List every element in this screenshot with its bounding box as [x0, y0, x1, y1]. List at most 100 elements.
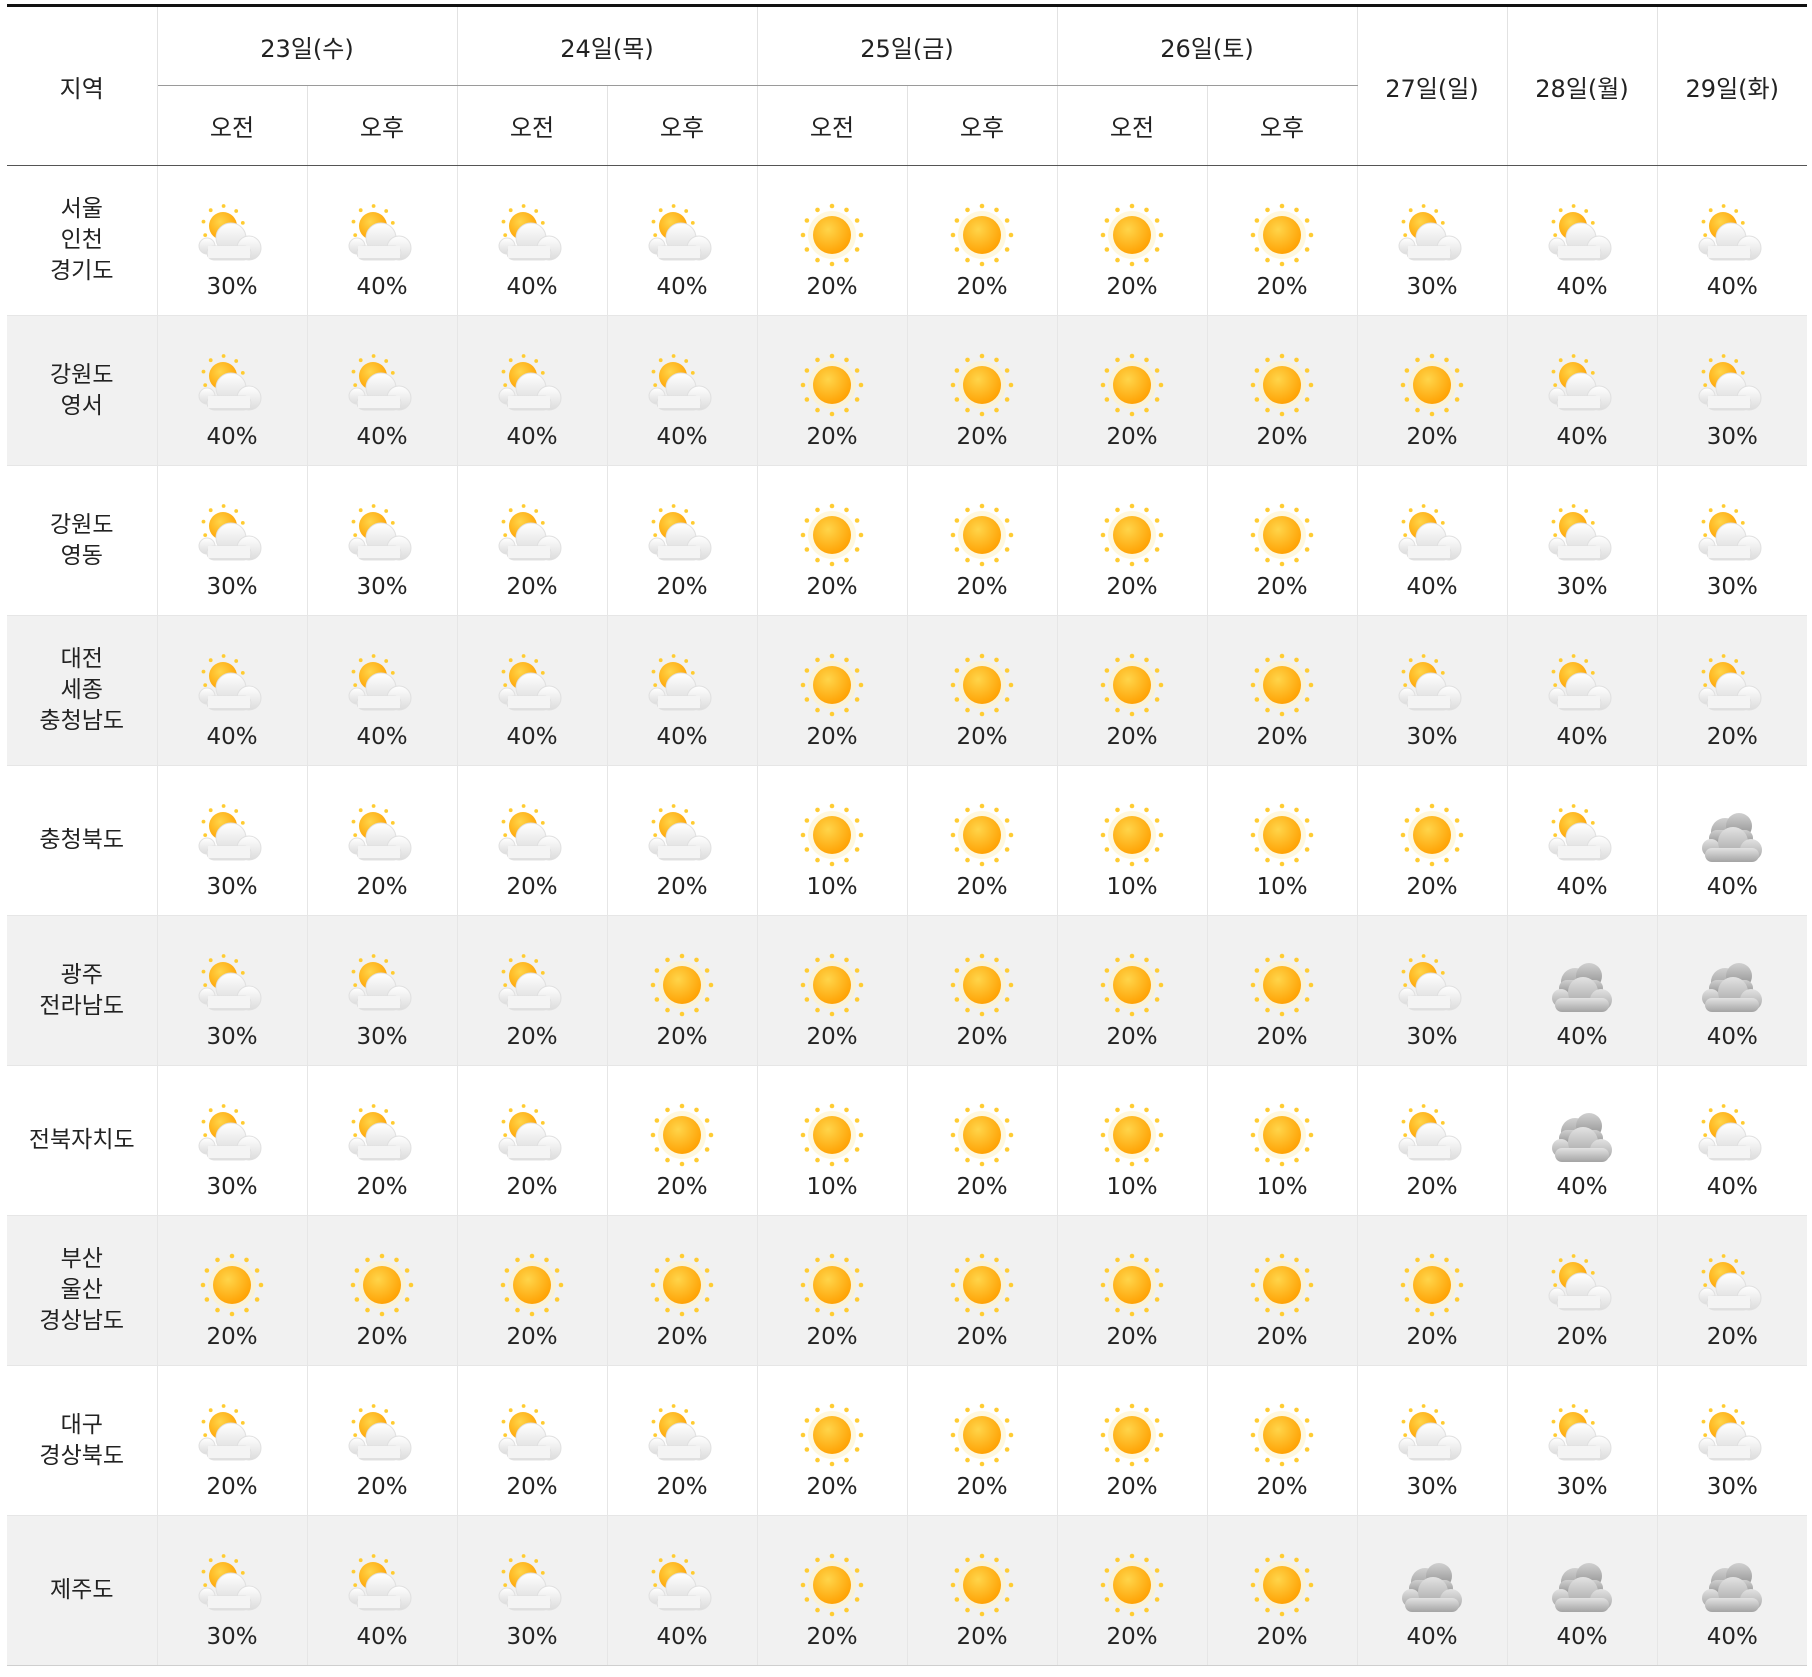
forecast-cell: 30%: [1657, 465, 1807, 616]
precipitation-probability: 20%: [656, 1173, 708, 1200]
sun-behind-cloud-icon: [193, 202, 271, 268]
sun-icon: [943, 1252, 1021, 1318]
am-header: 오전: [457, 85, 608, 166]
forecast-cell: 20%: [1207, 1365, 1358, 1516]
sun-behind-cloud-icon: [343, 652, 421, 718]
region-name: 경상남도: [39, 1308, 125, 1334]
forecast-cell: 30%: [1357, 1365, 1508, 1516]
precipitation-probability: 20%: [1256, 1623, 1308, 1650]
precipitation-probability: 20%: [956, 1473, 1008, 1500]
forecast-cell: 40%: [1507, 1065, 1658, 1216]
forecast-cell: 20%: [757, 1215, 908, 1366]
forecast-cell: 20%: [1357, 1065, 1508, 1216]
forecast-cell: 20%: [1357, 1215, 1508, 1366]
sun-behind-cloud-icon: [1393, 202, 1471, 268]
sun-behind-cloud-icon: [1693, 1402, 1771, 1468]
precipitation-probability: 30%: [1706, 573, 1758, 600]
precipitation-probability: 40%: [656, 423, 708, 450]
forecast-cell: 20%: [1057, 1515, 1208, 1666]
region-name: 광주: [60, 961, 103, 988]
sun-icon: [1093, 1252, 1171, 1318]
precipitation-probability: 20%: [356, 1473, 408, 1500]
forecast-cell: 40%: [1657, 165, 1807, 316]
sun-icon: [793, 1102, 871, 1168]
forecast-cell: 10%: [1057, 1065, 1208, 1216]
forecast-cell: 30%: [1357, 165, 1508, 316]
sun-icon: [943, 202, 1021, 268]
sun-icon: [1243, 352, 1321, 418]
sun-behind-cloud-icon: [1693, 1252, 1771, 1318]
region-cell: 대구 경상북도: [7, 1365, 158, 1516]
table-row: 대전 세종 충청남도 40% 40% 40% 40% 20% 20% 20% 20% 30% 40% 20…: [7, 615, 1807, 766]
sun-icon: [793, 202, 871, 268]
sun-behind-cloud-icon: [493, 502, 571, 568]
table-body: 서울 인천 경기도 30% 40% 40% 40% 20% 20% 20% 20% 30% 40% 40%…: [7, 165, 1807, 1666]
precipitation-probability: 40%: [506, 273, 558, 300]
precipitation-probability: 20%: [1706, 1323, 1758, 1350]
forecast-cell: 40%: [307, 165, 458, 316]
sun-behind-cloud-icon: [493, 652, 571, 718]
precipitation-probability: 40%: [1706, 273, 1758, 300]
sun-behind-cloud-icon: [643, 202, 721, 268]
precipitation-probability: 40%: [356, 273, 408, 300]
forecast-cell: 20%: [1207, 1215, 1358, 1366]
precipitation-probability: 20%: [806, 1473, 858, 1500]
region-cell: 제주도: [7, 1515, 158, 1666]
precipitation-probability: 20%: [956, 1173, 1008, 1200]
sun-icon: [943, 952, 1021, 1018]
sun-icon: [1093, 202, 1171, 268]
sun-behind-cloud-icon: [493, 1402, 571, 1468]
forecast-cell: 20%: [457, 765, 608, 916]
precipitation-probability: 20%: [356, 1323, 408, 1350]
sun-behind-cloud-icon: [1543, 652, 1621, 718]
forecast-cell: 20%: [907, 765, 1058, 916]
region-name: 부산: [60, 1246, 103, 1272]
precipitation-probability: 20%: [1256, 1323, 1308, 1350]
date-header-23: 23일(수): [157, 5, 458, 86]
sun-icon: [1093, 952, 1171, 1018]
precipitation-probability: 40%: [356, 1623, 408, 1650]
forecast-cell: 40%: [1507, 615, 1658, 766]
precipitation-probability: 20%: [656, 1323, 708, 1350]
forecast-cell: 30%: [157, 1065, 308, 1216]
precipitation-probability: 20%: [506, 1323, 558, 1350]
forecast-cell: 20%: [907, 1215, 1058, 1366]
sun-icon: [1093, 352, 1171, 418]
forecast-cell: 20%: [1207, 165, 1358, 316]
precipitation-probability: 30%: [506, 1623, 558, 1650]
date-header-24: 24일(목): [457, 5, 758, 86]
sun-icon: [1243, 952, 1321, 1018]
forecast-cell: 20%: [757, 315, 908, 466]
sun-icon: [1093, 1102, 1171, 1168]
sun-icon: [943, 352, 1021, 418]
forecast-cell: 20%: [1057, 915, 1208, 1066]
sun-behind-cloud-icon: [493, 202, 571, 268]
date-header-26: 26일(토): [1057, 5, 1358, 86]
forecast-cell: 20%: [1357, 765, 1508, 916]
forecast-cell: 30%: [157, 765, 308, 916]
sun-icon: [943, 652, 1021, 718]
sun-icon: [643, 1252, 721, 1318]
sun-behind-cloud-icon: [1693, 352, 1771, 418]
region-cell: 강원도 영동: [7, 465, 158, 616]
weekly-forecast-table: 지역 23일(수) 24일(목) 25일(금) 26일(토) 27일(일) 28…: [7, 4, 1807, 1666]
precipitation-probability: 30%: [356, 573, 408, 600]
region-cell: 전북자치도: [7, 1065, 158, 1216]
sun-icon: [943, 1552, 1021, 1618]
sun-behind-cloud-icon: [1543, 202, 1621, 268]
forecast-cell: 30%: [157, 165, 308, 316]
pm-header: 오후: [907, 85, 1058, 166]
forecast-cell: 40%: [457, 165, 608, 316]
forecast-cell: 20%: [1207, 915, 1358, 1066]
sun-icon: [1243, 202, 1321, 268]
forecast-cell: 40%: [1657, 915, 1807, 1066]
precipitation-probability: 30%: [1556, 573, 1608, 600]
cloudy-icon: [1693, 952, 1771, 1018]
precipitation-probability: 20%: [656, 1023, 708, 1050]
precipitation-probability: 40%: [1706, 1173, 1758, 1200]
forecast-cell: 20%: [757, 915, 908, 1066]
precipitation-probability: 20%: [1256, 723, 1308, 750]
pm-header: 오후: [1207, 85, 1358, 166]
sun-behind-cloud-icon: [643, 502, 721, 568]
sun-icon: [1093, 652, 1171, 718]
